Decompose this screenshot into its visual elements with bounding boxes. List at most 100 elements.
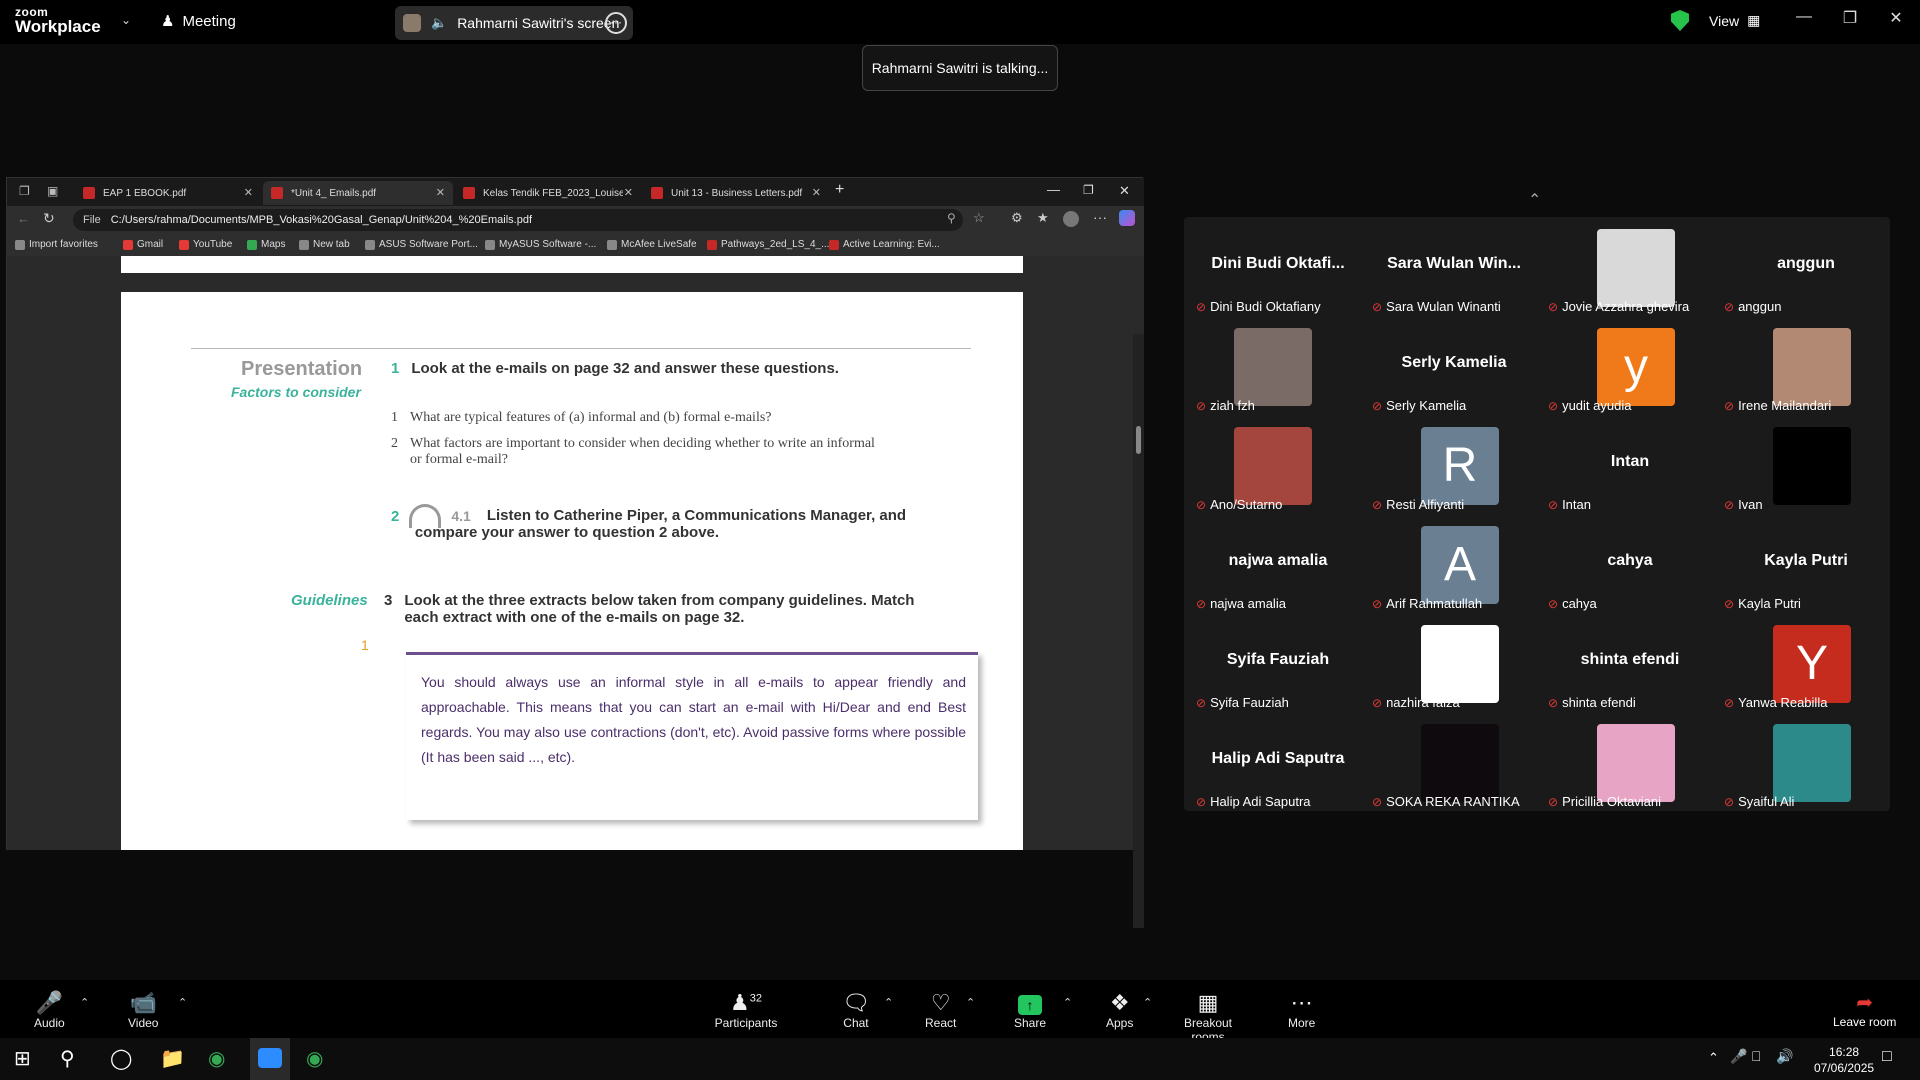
taskbar-clock[interactable]: 16:28 07/06/2025 — [1814, 1044, 1874, 1076]
apps-options-icon[interactable]: ⌃ — [1143, 996, 1152, 1009]
bookmark-item[interactable]: ASUS Software Port... — [365, 239, 478, 250]
meeting-info-button[interactable]: ♟ Meeting — [161, 12, 236, 31]
react-options-icon[interactable]: ⌃ — [966, 996, 975, 1009]
microphone-icon[interactable]: 🎤 — [1730, 1048, 1747, 1065]
audio-options-icon[interactable]: ⌃ — [80, 996, 89, 1009]
browser-close-icon[interactable]: ✕ — [1119, 183, 1130, 199]
bookmark-item[interactable]: Gmail — [123, 239, 163, 250]
browser-tab-active[interactable]: *Unit 4_ Emails.pdf ✕ — [263, 181, 453, 205]
close-tab-icon[interactable]: ✕ — [436, 186, 445, 199]
participant-tile[interactable]: ⊘ Syaiful Ali — [1718, 712, 1894, 811]
chevron-down-icon[interactable]: ⌄ — [121, 13, 131, 27]
participant-tile[interactable]: A ⊘ Arif Rahmatullah — [1366, 514, 1542, 613]
search-icon[interactable]: ⚲ — [60, 1046, 75, 1071]
chat-button[interactable]: 🗨 Chat — [842, 990, 870, 1030]
notifications-icon[interactable]: □ — [1882, 1048, 1892, 1066]
new-tab-icon[interactable]: + — [835, 181, 844, 199]
participant-tile[interactable]: cahya ⊘ cahya — [1542, 514, 1718, 613]
more-options-icon[interactable]: ··· — [605, 12, 627, 34]
favorites-icon[interactable]: ★ — [1037, 210, 1049, 226]
share-options-icon[interactable]: ⌃ — [1063, 996, 1072, 1009]
close-tab-icon[interactable]: ✕ — [624, 186, 633, 199]
view-button[interactable]: View ▦ — [1709, 12, 1760, 29]
participant-tile[interactable]: Kayla Putri ⊘ Kayla Putri — [1718, 514, 1894, 613]
more-button[interactable]: ⋯ More — [1288, 990, 1315, 1030]
participant-tile[interactable]: Halip Adi Saputra ⊘ Halip Adi Saputra — [1190, 712, 1366, 811]
participant-tile[interactable]: najwa amalia ⊘ najwa amalia — [1190, 514, 1366, 613]
apps-button[interactable]: ❖ Apps — [1106, 990, 1133, 1030]
participant-tile[interactable]: ⊘ Pricillia Oktaviani — [1542, 712, 1718, 811]
browser-tab[interactable]: Unit 13 - Business Letters.pdf ✕ — [643, 181, 829, 205]
pdf-scrollbar-thumb[interactable] — [1136, 426, 1141, 454]
bookmark-item[interactable]: McAfee LiveSafe — [607, 239, 697, 250]
participant-tile[interactable]: anggun ⊘ anggun — [1718, 217, 1894, 316]
bookmark-item[interactable]: YouTube — [179, 239, 232, 250]
bookmark-item[interactable]: Import favorites — [15, 239, 98, 250]
chrome-icon[interactable]: ◉ — [208, 1046, 225, 1071]
security-shield-icon[interactable] — [1671, 10, 1689, 31]
favorite-star-icon[interactable]: ☆ — [973, 210, 985, 226]
participant-tile[interactable]: ⊘ SOKA REKA RANTIKA — [1366, 712, 1542, 811]
pdf-scrollbar[interactable] — [1133, 334, 1144, 928]
participants-button[interactable]: ♟32 Participants — [714, 990, 778, 1030]
tab-actions-icon[interactable]: ▣ — [47, 184, 58, 198]
chat-options-icon[interactable]: ⌃ — [884, 996, 893, 1009]
participant-tile[interactable]: ⊘ Jovie Azzahra ghevira — [1542, 217, 1718, 316]
participant-tile[interactable]: ⊘ Ivan — [1718, 415, 1894, 514]
close-tab-icon[interactable]: ✕ — [812, 186, 821, 199]
audio-button[interactable]: 🎤 Audio — [34, 990, 65, 1030]
participant-tile[interactable]: Intan ⊘ Intan — [1542, 415, 1718, 514]
task-view-icon[interactable]: ◯ — [110, 1046, 132, 1071]
tray-chevron-icon[interactable]: ⌃ — [1708, 1050, 1719, 1066]
bookmark-item[interactable]: MyASUS Software -... — [485, 239, 596, 250]
participant-tile[interactable]: ⊘ Ano/Sutarno — [1190, 415, 1366, 514]
address-bar[interactable]: File C:/Users/rahma/Documents/MPB_Vokasi%… — [73, 209, 963, 231]
file-explorer-icon[interactable]: 📁 — [160, 1046, 185, 1071]
screen-share-pill[interactable]: 🔈 Rahmarni Sawitri's screen ··· — [395, 6, 633, 40]
breakout-rooms-button[interactable]: ▦ Breakout rooms — [1166, 990, 1250, 1044]
participant-tile[interactable]: Syifa Fauziah ⊘ Syifa Fauziah — [1190, 613, 1366, 712]
participant-tile[interactable]: shinta efendi ⊘ shinta efendi — [1542, 613, 1718, 712]
close-button[interactable]: ✕ — [1878, 8, 1914, 34]
chevron-up-icon[interactable]: ⌃ — [1528, 190, 1541, 210]
zoom-taskbar-icon[interactable] — [250, 1038, 290, 1080]
profile-icon[interactable] — [1063, 211, 1079, 227]
participant-tile[interactable]: ⊘ ziah fzh — [1190, 316, 1366, 415]
windows-start-icon[interactable]: ⊞ — [14, 1046, 31, 1071]
reload-icon[interactable]: ↻ — [43, 210, 55, 227]
extensions-icon[interactable]: ⚙ — [1011, 210, 1023, 226]
chrome-icon-2[interactable]: ◉ — [306, 1046, 323, 1071]
workspaces-icon[interactable]: ❐ — [19, 184, 30, 198]
bookmark-item[interactable]: Maps — [247, 239, 285, 250]
participant-tile[interactable]: Sara Wulan Win... ⊘ Sara Wulan Winanti — [1366, 217, 1542, 316]
video-button[interactable]: 📹 Video — [128, 990, 158, 1030]
back-icon[interactable]: ← — [17, 211, 30, 226]
participant-tile[interactable]: R ⊘ Resti Alfiyanti — [1366, 415, 1542, 514]
bookmark-item[interactable]: Active Learning: Evi... — [829, 239, 940, 250]
participant-tile[interactable]: Dini Budi Oktafi... ⊘ Dini Budi Oktafiany — [1190, 217, 1366, 316]
leave-room-button[interactable]: ➦ Leave room — [1833, 990, 1896, 1029]
participant-tile[interactable]: ⊘ nazhira faiza — [1366, 613, 1542, 712]
zoom-icon[interactable]: ⚲ — [947, 211, 956, 225]
participant-tile[interactable]: y ⊘ yudit ayudia — [1542, 316, 1718, 415]
bookmark-item[interactable]: Pathways_2ed_LS_4_... — [707, 239, 829, 250]
pdf-viewer[interactable]: Presentation Factors to consider 1 Look … — [7, 256, 1144, 928]
copilot-icon[interactable] — [1119, 210, 1135, 226]
minimize-button[interactable]: — — [1786, 8, 1822, 34]
browser-tab[interactable]: Kelas Tendik FEB_2023_Louise Pile... ✕ — [455, 181, 641, 205]
browser-tab[interactable]: EAP 1 EBOOK.pdf ✕ — [75, 181, 261, 205]
volume-icon[interactable]: 🔊 — [1776, 1048, 1793, 1065]
network-icon[interactable]: ⎕ — [1752, 1048, 1760, 1065]
restore-button[interactable]: ❐ — [1832, 8, 1868, 34]
close-tab-icon[interactable]: ✕ — [244, 186, 253, 199]
participant-tile[interactable]: Y ⊘ Yanwa Reabilla — [1718, 613, 1894, 712]
participant-tile[interactable]: ⊘ Irene Mailandari — [1718, 316, 1894, 415]
participant-tile[interactable]: Serly Kamelia ⊘ Serly Kamelia — [1366, 316, 1542, 415]
share-button[interactable]: ↑ Share — [1014, 990, 1046, 1030]
browser-minimize-icon[interactable]: — — [1047, 182, 1060, 197]
browser-restore-icon[interactable]: ❐ — [1083, 183, 1094, 197]
more-menu-icon[interactable]: ··· — [1093, 209, 1107, 225]
react-button[interactable]: ♡ React — [925, 990, 956, 1030]
video-options-icon[interactable]: ⌃ — [178, 996, 187, 1009]
bookmark-item[interactable]: New tab — [299, 239, 350, 250]
